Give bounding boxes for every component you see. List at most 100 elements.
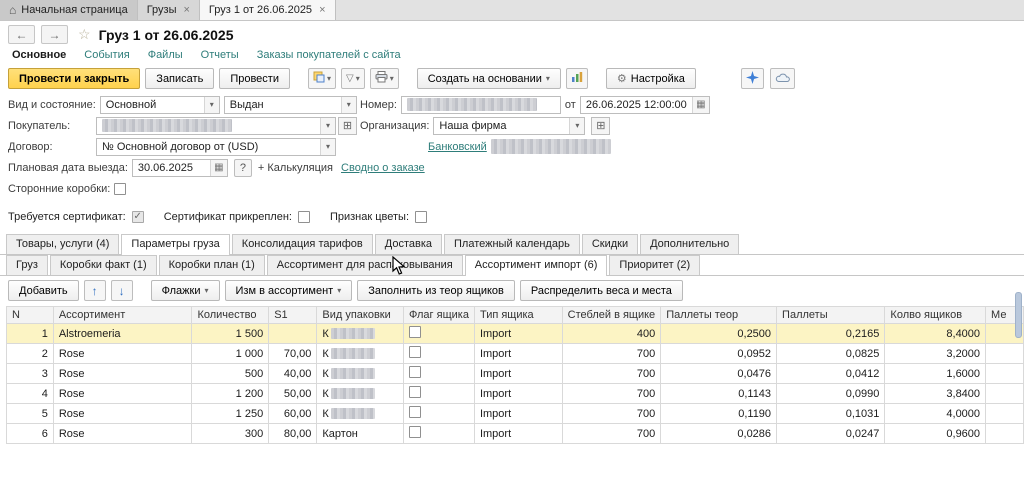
cell-s1[interactable]: 60,00	[269, 404, 317, 424]
column-header[interactable]: Колво ящиков	[885, 307, 986, 324]
cell-boxes[interactable]: 8,4000	[885, 324, 986, 344]
cell-box_type[interactable]: Import	[474, 344, 562, 364]
cell-pallets[interactable]: 0,0412	[777, 364, 885, 384]
cell-pallets_theor[interactable]: 0,1190	[661, 404, 777, 424]
cell-me[interactable]	[986, 344, 1024, 364]
cell-stems[interactable]: 400	[562, 324, 661, 344]
cell-pallets[interactable]: 0,0247	[777, 424, 885, 444]
cloud-button[interactable]	[770, 68, 795, 89]
close-icon[interactable]: ×	[319, 4, 325, 16]
nav-link-site-orders[interactable]: Заказы покупателей с сайта	[257, 49, 401, 61]
tab-additional[interactable]: Дополнительно	[640, 234, 739, 254]
open-button[interactable]: ⊞	[591, 117, 610, 135]
cell-pallets_theor[interactable]: 0,0286	[661, 424, 777, 444]
post-and-close-button[interactable]: Провести и закрыть	[8, 68, 140, 89]
column-header[interactable]: Количество	[192, 307, 269, 324]
cell-n[interactable]: 5	[7, 404, 54, 424]
cell-s1[interactable]: 50,00	[269, 384, 317, 404]
table-row[interactable]: 6Rose30080,00КартонImport7000,02860,0247…	[7, 424, 1024, 444]
tab-tariff-consolidation[interactable]: Консолидация тарифов	[232, 234, 373, 254]
organization-combo[interactable]: Наша фирма ▾	[433, 117, 585, 135]
filter-dropdown-button[interactable]: ▽ ▾	[341, 68, 365, 89]
cell-qty[interactable]: 500	[192, 364, 269, 384]
flowers-checkbox[interactable]	[415, 211, 427, 223]
flags-dropdown-button[interactable]: Флажки ▾	[151, 280, 220, 301]
cell-pack[interactable]: К	[317, 324, 404, 344]
cell-flag[interactable]	[404, 364, 475, 384]
cell-n[interactable]: 4	[7, 384, 54, 404]
tab-payment-calendar[interactable]: Платежный календарь	[444, 234, 580, 254]
column-header[interactable]: N	[7, 307, 54, 324]
cell-boxes[interactable]: 1,6000	[885, 364, 986, 384]
window-tab-home[interactable]: ⌂ Начальная страница	[0, 0, 138, 20]
table-row[interactable]: 3Rose50040,00КImport7000,04760,04121,600…	[7, 364, 1024, 384]
chevron-down-icon[interactable]: ▾	[204, 97, 219, 113]
tab-assortment-import[interactable]: Ассортимент импорт (6)	[465, 255, 608, 276]
move-up-button[interactable]: ↑	[84, 280, 106, 301]
chevron-down-icon[interactable]: ▾	[569, 118, 584, 134]
box-flag-checkbox[interactable]	[409, 406, 421, 418]
cell-pack[interactable]: К	[317, 344, 404, 364]
report-button[interactable]	[566, 68, 588, 89]
cell-box_type[interactable]: Import	[474, 404, 562, 424]
cell-stems[interactable]: 700	[562, 344, 661, 364]
cell-me[interactable]	[986, 384, 1024, 404]
table-row[interactable]: 1Alstroemeria1 500КImport4000,25000,2165…	[7, 324, 1024, 344]
column-header[interactable]: Паллеты	[777, 307, 885, 324]
nav-link-files[interactable]: Файлы	[148, 49, 183, 61]
cell-boxes[interactable]: 4,0000	[885, 404, 986, 424]
cell-pallets_theor[interactable]: 0,0952	[661, 344, 777, 364]
cell-flag[interactable]	[404, 344, 475, 364]
number-input[interactable]	[401, 96, 561, 114]
window-tab-cargos[interactable]: Грузы ×	[138, 0, 200, 20]
cell-flag[interactable]	[404, 384, 475, 404]
tab-discounts[interactable]: Скидки	[582, 234, 638, 254]
cell-qty[interactable]: 300	[192, 424, 269, 444]
cell-assortment[interactable]: Rose	[53, 384, 192, 404]
cell-pallets[interactable]: 0,0825	[777, 344, 885, 364]
cell-me[interactable]	[986, 404, 1024, 424]
contract-combo[interactable]: № Основной договор от (USD) ▾	[96, 138, 336, 156]
window-tab-cargo-1[interactable]: Груз 1 от 26.06.2025 ×	[200, 0, 336, 20]
nav-link-events[interactable]: События	[84, 49, 129, 61]
column-header[interactable]: Флаг ящика	[404, 307, 475, 324]
tab-goods-services[interactable]: Товары, услуги (4)	[6, 234, 119, 254]
calendar-icon[interactable]: ▦	[210, 160, 227, 176]
table-row[interactable]: 2Rose1 00070,00КImport7000,09520,08253,2…	[7, 344, 1024, 364]
table-row[interactable]: 5Rose1 25060,00КImport7000,11900,10314,0…	[7, 404, 1024, 424]
column-header[interactable]: Ассортимент	[53, 307, 192, 324]
column-header[interactable]: Вид упаковки	[317, 307, 404, 324]
cell-assortment[interactable]: Rose	[53, 424, 192, 444]
cell-assortment[interactable]: Rose	[53, 344, 192, 364]
cell-pallets_theor[interactable]: 0,1143	[661, 384, 777, 404]
nav-link-reports[interactable]: Отчеты	[201, 49, 239, 61]
cell-s1[interactable]	[269, 324, 317, 344]
cell-pallets[interactable]: 0,0990	[777, 384, 885, 404]
cell-pallets_theor[interactable]: 0,2500	[661, 324, 777, 344]
help-button[interactable]: ?	[234, 159, 252, 177]
cell-qty[interactable]: 1 000	[192, 344, 269, 364]
close-icon[interactable]: ×	[183, 4, 189, 16]
tab-assortment-unpacking[interactable]: Ассортимент для распаковывания	[267, 255, 463, 275]
cell-pack[interactable]: К	[317, 364, 404, 384]
column-header[interactable]: Паллеты теор	[661, 307, 777, 324]
tab-cargo-params[interactable]: Параметры груза	[121, 234, 229, 255]
settings-button[interactable]: ⚙ Настройка	[606, 68, 696, 89]
tab-boxes-plan[interactable]: Коробки план (1)	[159, 255, 265, 275]
box-flag-checkbox[interactable]	[409, 426, 421, 438]
column-header[interactable]: S1	[269, 307, 317, 324]
chevron-down-icon[interactable]: ▾	[341, 97, 356, 113]
table-row[interactable]: 4Rose1 20050,00КImport7000,11430,09903,8…	[7, 384, 1024, 404]
cell-pallets_theor[interactable]: 0,0476	[661, 364, 777, 384]
create-based-on-button[interactable]: Создать на основании ▾	[417, 68, 561, 89]
calendar-icon[interactable]: ▦	[692, 97, 709, 113]
cell-assortment[interactable]: Rose	[53, 364, 192, 384]
cell-me[interactable]	[986, 364, 1024, 384]
column-header[interactable]: Стеблей в ящике	[562, 307, 661, 324]
cell-stems[interactable]: 700	[562, 424, 661, 444]
cell-pallets[interactable]: 0,2165	[777, 324, 885, 344]
change-assortment-dropdown-button[interactable]: Изм в ассортимент ▾	[225, 280, 353, 301]
move-down-button[interactable]: ↓	[111, 280, 133, 301]
write-button[interactable]: Записать	[145, 68, 214, 89]
datetime-input[interactable]: 26.06.2025 12:00:00 ▦	[580, 96, 710, 114]
